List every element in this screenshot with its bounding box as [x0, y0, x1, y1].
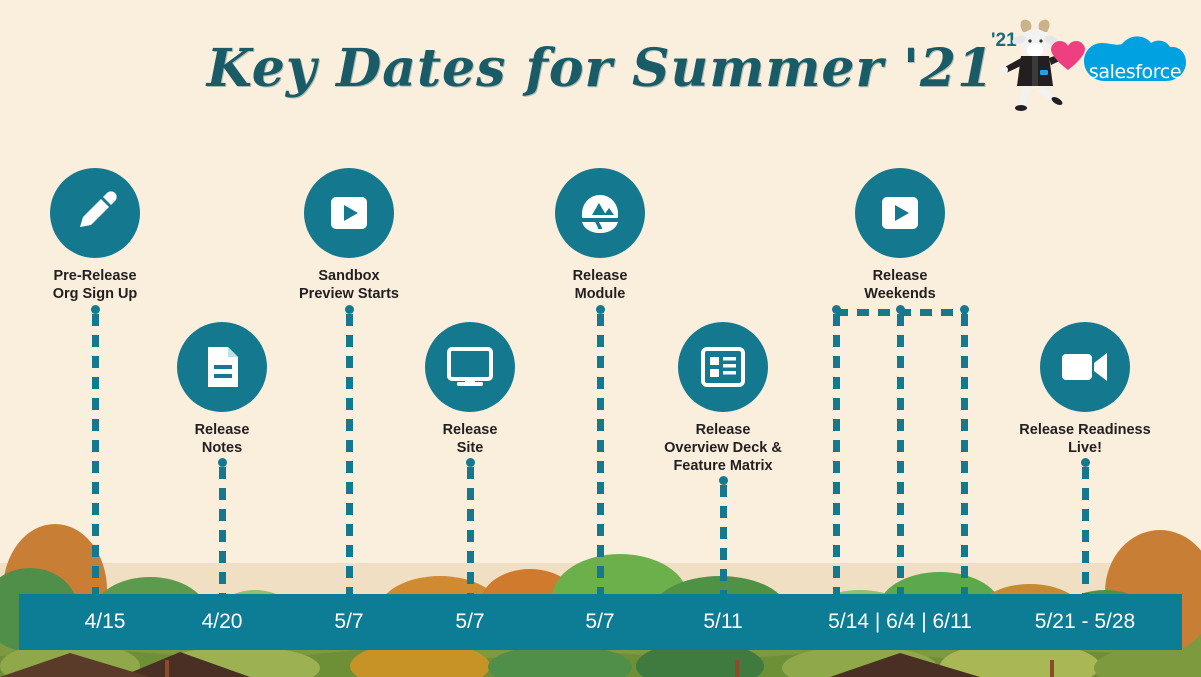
milestone-label: Release Site — [442, 422, 498, 456]
date-label-release-notes: 4/20 — [201, 610, 243, 633]
brand-lockup: '21 salesforce — [979, 10, 1189, 115]
heart-icon — [1051, 41, 1085, 70]
milestone-label: Release Weekends — [864, 268, 936, 302]
connector-release-weekends-1 — [832, 305, 841, 597]
milestone-release-weekends[interactable]: Release Weekends — [820, 168, 980, 303]
connector-release-weekends-3 — [960, 305, 969, 597]
milestone-label: Release Overview Deck & Feature Matrix — [664, 422, 782, 474]
connector-release-readiness-live — [1081, 458, 1090, 597]
connector-sandbox-preview-starts — [345, 305, 354, 597]
connector-release-notes — [218, 458, 227, 597]
connector-release-module — [596, 305, 605, 597]
connector-dashes — [597, 314, 604, 597]
salesforce-wordmark: salesforce — [1088, 61, 1182, 83]
connector-node-dot — [596, 305, 605, 314]
play-icon — [304, 168, 394, 258]
date-label-release-readiness-live: 5/21 - 5/28 — [1034, 610, 1136, 633]
date-label-release-overview-deck: 5/11 — [703, 610, 743, 633]
date-label-release-site: 5/7 — [455, 610, 485, 633]
milestone-release-readiness-live[interactable]: Release Readiness Live! — [1005, 322, 1165, 457]
connector-dashes — [897, 314, 904, 597]
connector-release-weekends-2 — [896, 305, 905, 597]
milestone-label: Release Module — [572, 268, 628, 302]
connector-node-dot — [960, 305, 969, 314]
presentation-icon — [678, 322, 768, 412]
milestone-release-overview-deck-and-feature-matrix[interactable]: Release Overview Deck & Feature Matrix — [643, 322, 803, 475]
connector-node-dot — [832, 305, 841, 314]
milestone-release-notes[interactable]: Release Notes — [142, 322, 302, 457]
connector-dashes — [92, 314, 99, 597]
connector-node-dot — [1081, 458, 1090, 467]
infographic-canvas: Key Dates for Summer '21 '21 salesforce … — [0, 0, 1201, 677]
connector-node-dot — [345, 305, 354, 314]
connector-release-overview-deck — [719, 476, 728, 597]
milestone-label: Sandbox Preview Starts — [299, 268, 399, 302]
connector-dashes — [346, 314, 353, 597]
connector-dashes — [961, 314, 968, 597]
connector-dashes — [219, 467, 226, 597]
connector-node-dot — [218, 458, 227, 467]
trailhead-badge-icon — [555, 168, 645, 258]
play-icon — [855, 168, 945, 258]
pencil-icon — [50, 168, 140, 258]
connector-node-dot — [466, 458, 475, 467]
video-camera-icon — [1040, 322, 1130, 412]
date-label-release-weekends: 5/14 | 6/4 | 6/11 — [828, 610, 972, 633]
date-label-release-module: 5/7 — [585, 610, 615, 633]
milestone-release-site[interactable]: Release Site — [390, 322, 550, 457]
document-icon — [177, 322, 267, 412]
milestone-pre-release-org-sign-up[interactable]: Pre-Release Org Sign Up — [15, 168, 175, 303]
connector-node-dot — [91, 305, 100, 314]
connector-pre-release-org-sign-up — [91, 305, 100, 597]
connector-release-site — [466, 458, 475, 597]
date-bar: 4/15 4/20 5/7 5/7 5/7 5/11 5/14 | 6/4 | … — [19, 594, 1182, 650]
milestone-release-module[interactable]: Release Module — [520, 168, 680, 303]
milestone-label: Pre-Release Org Sign Up — [52, 268, 138, 302]
connector-dashes — [833, 314, 840, 597]
connector-dashes — [1082, 467, 1089, 597]
connector-dashes — [720, 485, 727, 597]
connector-node-dot — [719, 476, 728, 485]
date-label-sandbox-preview-starts: 5/7 — [334, 610, 364, 633]
milestone-label: Release Notes — [194, 422, 250, 456]
monitor-icon — [425, 322, 515, 412]
milestone-sandbox-preview-starts[interactable]: Sandbox Preview Starts — [269, 168, 429, 303]
connector-node-dot — [896, 305, 905, 314]
milestone-label: Release Readiness Live! — [1019, 422, 1151, 456]
connector-dashes — [467, 467, 474, 597]
